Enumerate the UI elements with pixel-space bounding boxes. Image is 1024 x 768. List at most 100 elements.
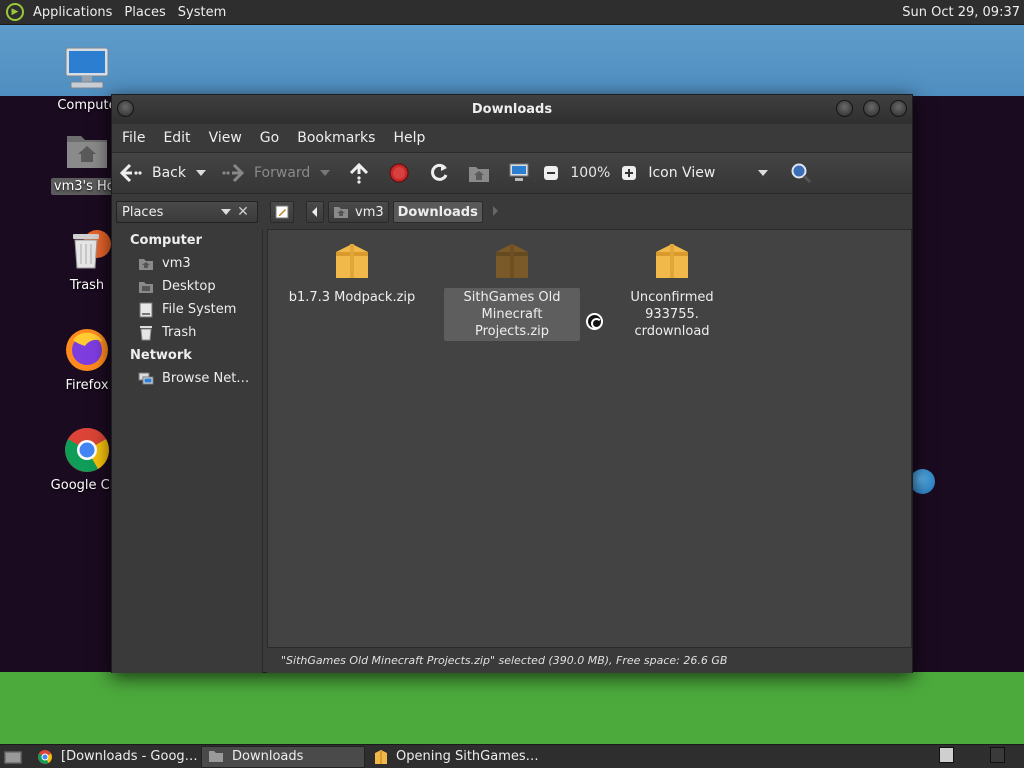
file-name-line: SithGames Old (463, 290, 561, 305)
view-mode-dropdown[interactable] (758, 170, 769, 176)
trash-icon (63, 226, 111, 274)
menu-go[interactable]: Go (251, 130, 288, 146)
task-opening-archive[interactable]: Opening SithGames… (368, 746, 539, 768)
computer-icon (508, 162, 530, 184)
computer-icon (63, 46, 111, 94)
up-button[interactable] (344, 156, 374, 190)
close-sidebar-icon[interactable]: ✕ (233, 202, 253, 222)
file-name: Unconfirmed 933755. crdownload (604, 288, 740, 341)
menu-bar: File Edit View Go Bookmarks Help (112, 124, 912, 152)
wallpaper-green (0, 672, 1024, 744)
sidebar-item-label: Browse Net… (162, 371, 250, 386)
forward-arrow-icon (222, 162, 244, 184)
top-panel: ▶ Applications Places System Sun Oct 29,… (0, 0, 1024, 25)
file-item-selected[interactable]: SithGames Old Minecraft Projects.zip (444, 242, 580, 341)
zoom-level[interactable]: 100% (570, 165, 610, 181)
chevron-left-icon (312, 207, 317, 217)
zoom-in-button[interactable] (614, 156, 644, 190)
menu-view[interactable]: View (200, 130, 251, 146)
sidebar-item-browse-network[interactable]: Browse Net… (112, 367, 262, 390)
breadcrumb-vm3[interactable]: vm3 (328, 201, 389, 223)
breadcrumb-scroll-right[interactable] (491, 205, 499, 220)
breadcrumb-downloads[interactable]: Downloads (392, 201, 483, 223)
sidebar-item-label: Desktop (162, 279, 216, 294)
window-menu-button[interactable] (117, 100, 134, 117)
sidebar-mode-dropdown (221, 209, 231, 215)
task-label: Downloads (232, 749, 304, 764)
menu-help[interactable]: Help (384, 130, 434, 146)
home-button[interactable] (464, 156, 494, 190)
file-manager-window: Downloads File Edit View Go Bookmarks He… (111, 94, 913, 673)
task-label: Opening SithGames… (396, 749, 539, 764)
forward-history-dropdown[interactable] (320, 170, 331, 176)
wallpaper-sky (0, 25, 1024, 96)
back-history-dropdown[interactable] (196, 170, 206, 176)
taskbar: [Downloads - Goog… Downloads Opening Sit… (0, 744, 1024, 768)
up-arrow-icon (348, 162, 370, 184)
panel-menu-applications[interactable]: Applications (27, 5, 118, 20)
task-label: [Downloads - Goog… (61, 749, 198, 764)
desktop-folder-icon (138, 279, 154, 295)
network-icon (138, 371, 154, 387)
breadcrumb: vm3 Downloads (270, 201, 499, 223)
home-folder-icon (468, 162, 490, 184)
edit-location-button[interactable] (270, 201, 294, 223)
task-downloads[interactable]: Downloads (201, 745, 365, 768)
home-folder-icon (334, 207, 348, 218)
computer-button[interactable] (504, 156, 534, 190)
panel-menu-places[interactable]: Places (118, 5, 171, 20)
breadcrumb-scroll-left[interactable] (306, 201, 324, 223)
archive-icon (654, 242, 690, 282)
status-bar: "SithGames Old Minecraft Projects.zip" s… (267, 648, 912, 673)
chevron-right-icon (492, 205, 498, 216)
archive-icon (334, 242, 370, 282)
panel-menu-system[interactable]: System (172, 5, 232, 20)
sidebar-item-vm3[interactable]: vm3 (112, 252, 262, 275)
back-arrow-icon (120, 162, 142, 184)
menu-edit[interactable]: Edit (154, 130, 199, 146)
minimize-button[interactable] (836, 100, 853, 117)
breadcrumb-label: vm3 (355, 204, 384, 220)
menu-bookmarks[interactable]: Bookmarks (288, 130, 384, 146)
task-chrome-downloads[interactable]: [Downloads - Goog… (31, 746, 201, 768)
window-titlebar[interactable]: Downloads (112, 95, 912, 124)
file-item[interactable]: Unconfirmed 933755. crdownload (604, 242, 740, 341)
sidebar-item-file-system[interactable]: File System (112, 298, 262, 321)
location-bar: Places ✕ vm3 Downloads (112, 195, 912, 229)
search-button[interactable] (786, 156, 816, 190)
forward-button[interactable]: Forward (218, 156, 314, 190)
view-mode-combo[interactable]: Icon View (644, 156, 752, 190)
distro-logo-icon[interactable]: ▶ (6, 3, 24, 21)
forward-label: Forward (254, 165, 311, 181)
stop-icon (388, 162, 410, 184)
icon-view[interactable]: b1.7.3 Modpack.zip SithGames Old Minecraf… (267, 229, 912, 648)
file-name-line: Unconfirmed 933755. (630, 290, 714, 322)
file-name-line: Minecraft Projects.zip (474, 307, 550, 339)
close-button[interactable] (890, 100, 907, 117)
maximize-button[interactable] (863, 100, 880, 117)
pencil-icon (275, 205, 289, 219)
stop-button[interactable] (384, 156, 414, 190)
panel-clock[interactable]: Sun Oct 29, 09:37 (902, 5, 1024, 20)
drive-icon (138, 302, 154, 318)
sidebar-item-trash[interactable]: Trash (112, 321, 262, 344)
sidebar-item-desktop[interactable]: Desktop (112, 275, 262, 298)
home-folder-icon (63, 126, 111, 174)
menu-file[interactable]: File (112, 130, 154, 146)
sidebar-item-label: vm3 (162, 256, 191, 271)
firefox-icon (63, 326, 111, 374)
desktop-icon-label: Firefox (65, 378, 109, 393)
back-label: Back (152, 165, 186, 181)
reload-button[interactable] (424, 156, 454, 190)
workspace-2[interactable] (990, 747, 1005, 763)
back-button[interactable]: Back (112, 156, 190, 190)
workspace-1[interactable] (939, 747, 954, 763)
zoom-out-button[interactable] (536, 156, 566, 190)
file-name: SithGames Old Minecraft Projects.zip (444, 288, 580, 341)
file-item[interactable]: b1.7.3 Modpack.zip (284, 242, 420, 307)
chrome-icon (37, 749, 53, 765)
show-desktop-icon[interactable] (3, 748, 25, 766)
desktop-icon-label: Compute (57, 98, 117, 113)
sidebar-header-computer: Computer (130, 233, 203, 248)
folder-icon (208, 749, 224, 765)
